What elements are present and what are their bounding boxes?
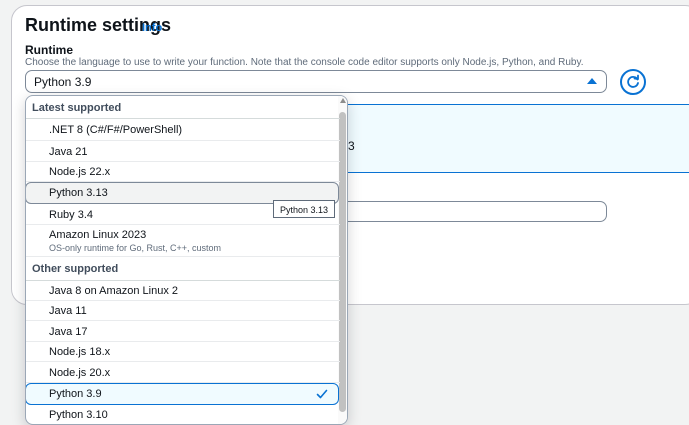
option-label: .NET 8 (C#/F#/PowerShell) [49, 124, 183, 136]
check-icon [316, 389, 328, 399]
option-nodejs-22[interactable]: Node.js 22.x [26, 162, 340, 182]
runtime-dropdown-list[interactable]: Latest supported .NET 8 (C#/F#/PowerShel… [25, 95, 348, 425]
option-label: Python 3.9 [49, 388, 102, 400]
option-python-3-9[interactable]: Python 3.9 [26, 383, 339, 405]
caret-up-icon [587, 78, 597, 84]
option-label: Ruby 3.4 [49, 209, 94, 221]
option-label: Java 11 [49, 305, 87, 317]
option-description: OS-only runtime for Go, Rust, C++, custo… [49, 243, 222, 253]
option-amazon-linux-2023[interactable]: Amazon Linux 2023 OS-only runtime for Go… [26, 225, 340, 257]
option-java-21[interactable]: Java 21 [26, 141, 340, 162]
option-dotnet-8[interactable]: .NET 8 (C#/F#/PowerShell) [26, 119, 340, 141]
option-java-17[interactable]: Java 17 [26, 321, 340, 342]
option-label: Java 8 on Amazon Linux 2 [49, 285, 179, 297]
option-python-3-10[interactable]: Python 3.10 [26, 405, 340, 424]
scrollbar-thumb[interactable] [339, 112, 346, 412]
option-label: Node.js 20.x [49, 367, 111, 379]
handler-input[interactable] [345, 201, 607, 222]
runtime-label: Runtime [25, 43, 73, 57]
option-label: Java 17 [49, 326, 88, 338]
info-box-text: 3 [348, 139, 355, 153]
runtime-select[interactable]: Python 3.9 [25, 70, 607, 93]
group-header-latest: Latest supported [32, 102, 122, 114]
info-link[interactable]: Info [142, 22, 162, 34]
option-java-11[interactable]: Java 11 [26, 301, 340, 321]
option-label: Amazon Linux 2023 [49, 229, 147, 241]
refresh-button[interactable] [620, 69, 646, 95]
runtime-info-box: 3 [345, 104, 689, 173]
runtime-description: Choose the language to use to write your… [25, 57, 584, 68]
option-label: Python 3.13 [49, 187, 108, 199]
runtime-select-value: Python 3.9 [34, 75, 92, 89]
scroll-up-arrow-icon[interactable] [340, 98, 346, 103]
option-nodejs-20[interactable]: Node.js 20.x [26, 362, 340, 383]
group-header-other: Other supported [32, 263, 119, 275]
option-nodejs-18[interactable]: Node.js 18.x [26, 342, 340, 362]
option-label: Node.js 22.x [49, 166, 111, 178]
refresh-icon [627, 74, 639, 88]
option-tooltip: Python 3.13 [273, 200, 336, 218]
option-label: Java 21 [49, 146, 88, 158]
option-java-8-al2[interactable]: Java 8 on Amazon Linux 2 [26, 281, 340, 301]
option-label: Node.js 18.x [49, 346, 111, 358]
